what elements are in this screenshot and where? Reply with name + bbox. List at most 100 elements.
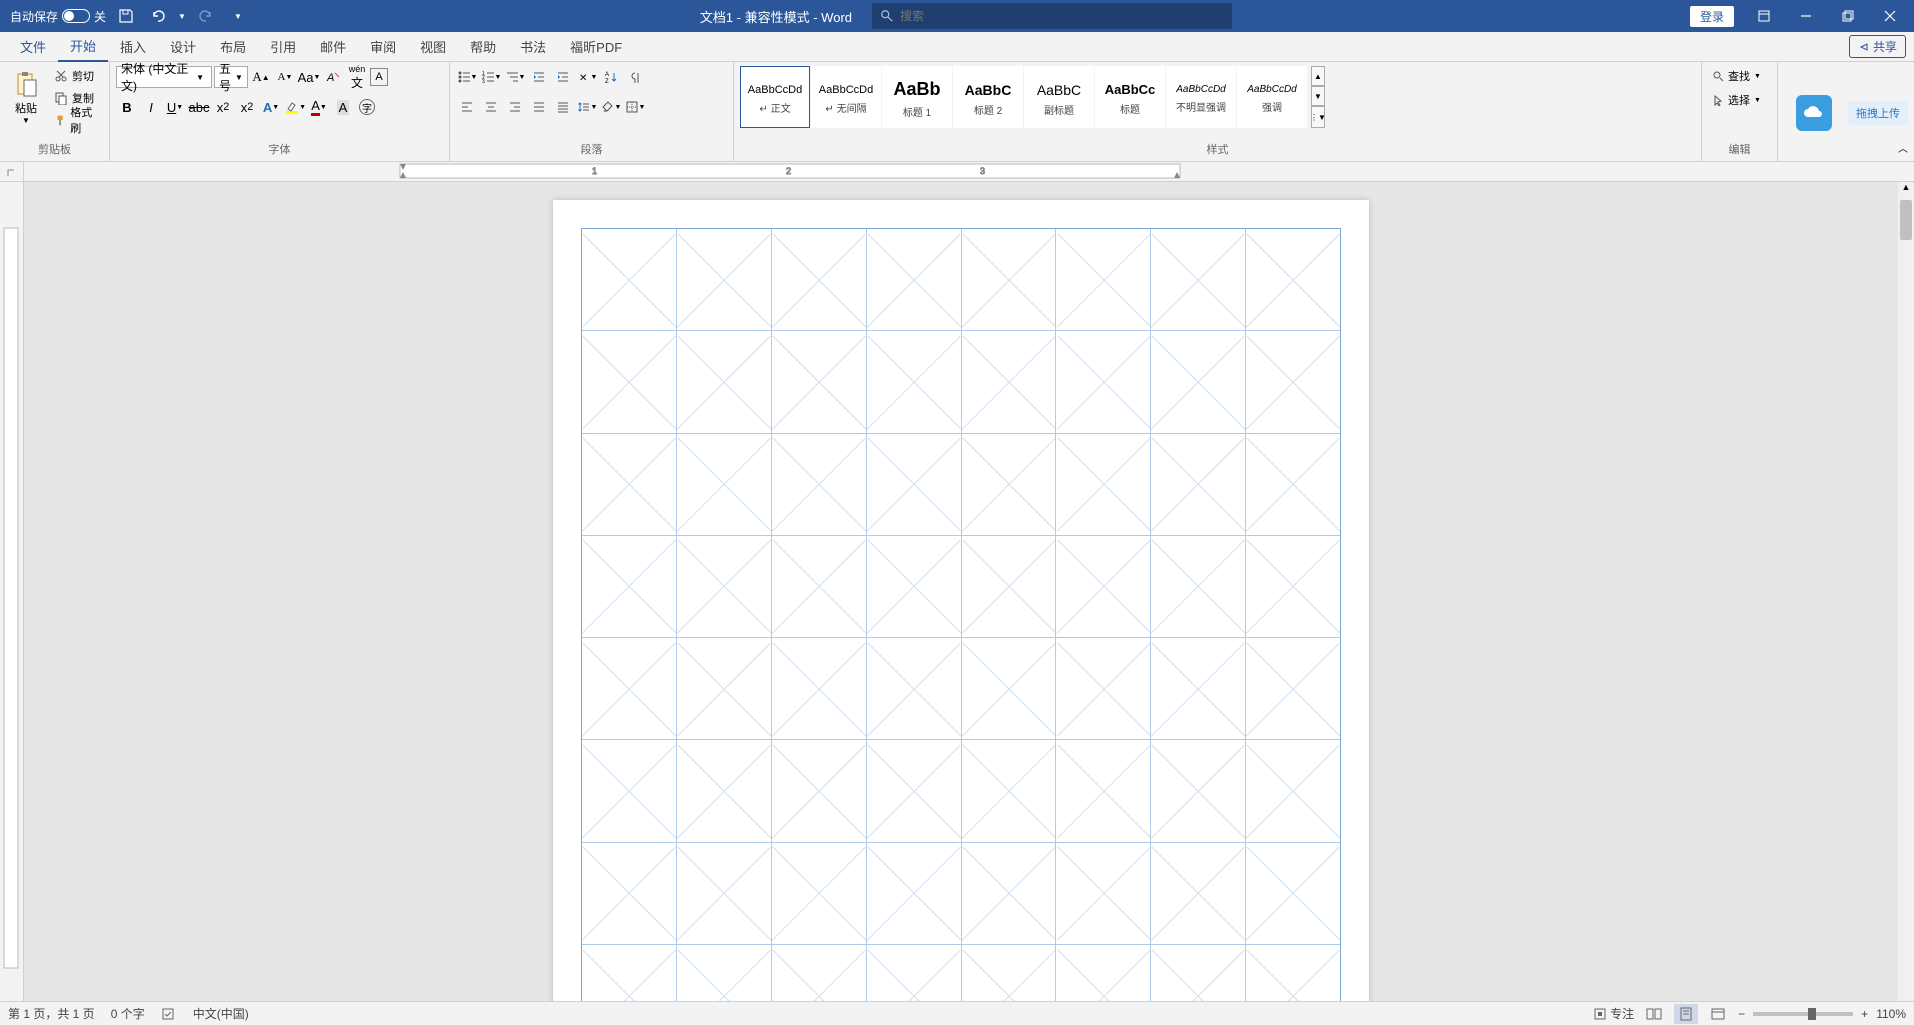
tab-calligraphy[interactable]: 书法 [508,32,558,62]
paste-button[interactable]: 粘贴 ▼ [6,66,46,127]
align-distributed-button[interactable] [552,96,574,118]
search-input[interactable] [900,9,1224,23]
autosave-toggle[interactable]: 自动保存 关 [10,8,106,25]
bold-button[interactable]: B [116,96,138,118]
line-spacing-button[interactable]: ▼ [576,96,598,118]
zoom-out-button[interactable]: − [1738,1007,1745,1021]
tab-home[interactable]: 开始 [58,32,108,62]
zoom-level[interactable]: 110% [1876,1007,1906,1021]
numbering-button[interactable]: 123▼ [480,66,502,88]
zoom-slider[interactable] [1753,1012,1853,1016]
ruler-vertical[interactable] [0,182,24,1001]
style-item-7[interactable]: AaBbCcDd强调 [1237,66,1307,128]
align-right-button[interactable] [504,96,526,118]
char-shading-button[interactable]: A [332,96,354,118]
cloud-button[interactable] [1784,87,1844,139]
scroll-thumb[interactable] [1900,200,1912,240]
minimize-button[interactable] [1786,0,1826,32]
tab-help[interactable]: 帮助 [458,32,508,62]
chevron-down-icon[interactable]: ▼ [235,73,243,82]
search-box[interactable] [872,3,1232,29]
chevron-down-icon[interactable]: ▼ [196,73,207,82]
style-item-2[interactable]: AaBb标题 1 [882,66,952,128]
style-item-6[interactable]: AaBbCcDd不明显强调 [1166,66,1236,128]
save-button[interactable] [114,4,138,28]
asian-layout-button[interactable]: ✕▼ [576,66,598,88]
qat-customize[interactable]: ▼ [234,12,242,21]
collapse-ribbon-button[interactable]: ︿ [1898,140,1908,155]
find-button[interactable]: 查找 ▼ [1708,66,1765,86]
shrink-font-button[interactable]: A▼ [274,66,296,88]
share-button[interactable]: 共享 [1849,35,1906,58]
undo-button[interactable] [146,4,170,28]
tab-design[interactable]: 设计 [158,32,208,62]
page-indicator[interactable]: 第 1 页，共 1 页 [8,1005,95,1022]
style-item-0[interactable]: AaBbCcDd↵ 正文 [740,66,810,128]
sort-button[interactable]: AZ [600,66,622,88]
style-item-5[interactable]: AaBbCc标题 [1095,66,1165,128]
focus-mode[interactable]: 专注 [1593,1005,1634,1022]
change-case-button[interactable]: Aa▼ [298,66,320,88]
format-painter-button[interactable]: 格式刷 [50,110,103,130]
zoom-thumb[interactable] [1808,1008,1816,1020]
tab-file[interactable]: 文件 [8,32,58,62]
style-item-3[interactable]: AaBbC标题 2 [953,66,1023,128]
document-scroll[interactable] [24,182,1898,1001]
align-justify-button[interactable] [528,96,550,118]
web-layout-button[interactable] [1706,1004,1730,1024]
multilevel-list-button[interactable]: ▼ [504,66,526,88]
toggle-icon[interactable] [62,9,90,23]
align-center-button[interactable] [480,96,502,118]
tab-insert[interactable]: 插入 [108,32,158,62]
page[interactable] [553,200,1369,1001]
read-mode-button[interactable] [1642,1004,1666,1024]
grow-font-button[interactable]: A▲ [250,66,272,88]
borders-button[interactable]: ▼ [624,96,646,118]
tab-mailings[interactable]: 邮件 [308,32,358,62]
scroll-up-button[interactable]: ▲ [1898,182,1914,192]
tab-layout[interactable]: 布局 [208,32,258,62]
align-left-button[interactable] [456,96,478,118]
login-button[interactable]: 登录 [1690,6,1734,27]
font-color-button[interactable]: A▼ [308,96,330,118]
tab-review[interactable]: 审阅 [358,32,408,62]
zoom-in-button[interactable]: + [1861,1007,1868,1021]
strikethrough-button[interactable]: abc [188,96,210,118]
phonetic-guide-button[interactable]: wén文 [346,66,368,88]
increase-indent-button[interactable] [552,66,574,88]
underline-button[interactable]: U▼ [164,96,186,118]
superscript-button[interactable]: x2 [236,96,258,118]
word-count[interactable]: 0 个字 [111,1005,145,1022]
maximize-button[interactable] [1828,0,1868,32]
language-indicator[interactable]: 中文(中国) [193,1005,249,1022]
style-item-4[interactable]: AaBbC副标题 [1024,66,1094,128]
ruler-corner[interactable] [0,162,24,181]
cut-button[interactable]: 剪切 [50,66,103,86]
highlight-button[interactable]: ▼ [284,96,306,118]
close-button[interactable] [1870,0,1910,32]
text-effects-button[interactable]: A▼ [260,96,282,118]
print-layout-button[interactable] [1674,1004,1698,1024]
enclose-char-button[interactable]: 字 [356,96,378,118]
font-name-combo[interactable]: 宋体 (中文正文)▼ [116,66,212,88]
bullets-button[interactable]: ▼ [456,66,478,88]
subscript-button[interactable]: x2 [212,96,234,118]
decrease-indent-button[interactable] [528,66,550,88]
scrollbar-vertical[interactable]: ▲ [1898,182,1914,1001]
italic-button[interactable]: I [140,96,162,118]
tab-foxit[interactable]: 福昕PDF [558,32,634,62]
shading-button[interactable]: ▼ [600,96,622,118]
char-border-button[interactable]: A [370,68,388,86]
tab-references[interactable]: 引用 [258,32,308,62]
styles-more-button[interactable]: ⋮▼ [1311,106,1325,128]
tab-view[interactable]: 视图 [408,32,458,62]
ruler-horizontal[interactable]: 1 2 3 [24,162,1914,181]
select-button[interactable]: 选择 ▼ [1708,90,1765,110]
ribbon-display-button[interactable] [1744,0,1784,32]
spellcheck-icon[interactable] [161,1007,177,1021]
font-size-combo[interactable]: 五号▼ [214,66,248,88]
upload-label[interactable]: 拖拽上传 [1848,101,1908,125]
clear-format-button[interactable]: A [322,66,344,88]
show-marks-button[interactable] [624,66,646,88]
styles-down-button[interactable]: ▼ [1311,86,1325,106]
